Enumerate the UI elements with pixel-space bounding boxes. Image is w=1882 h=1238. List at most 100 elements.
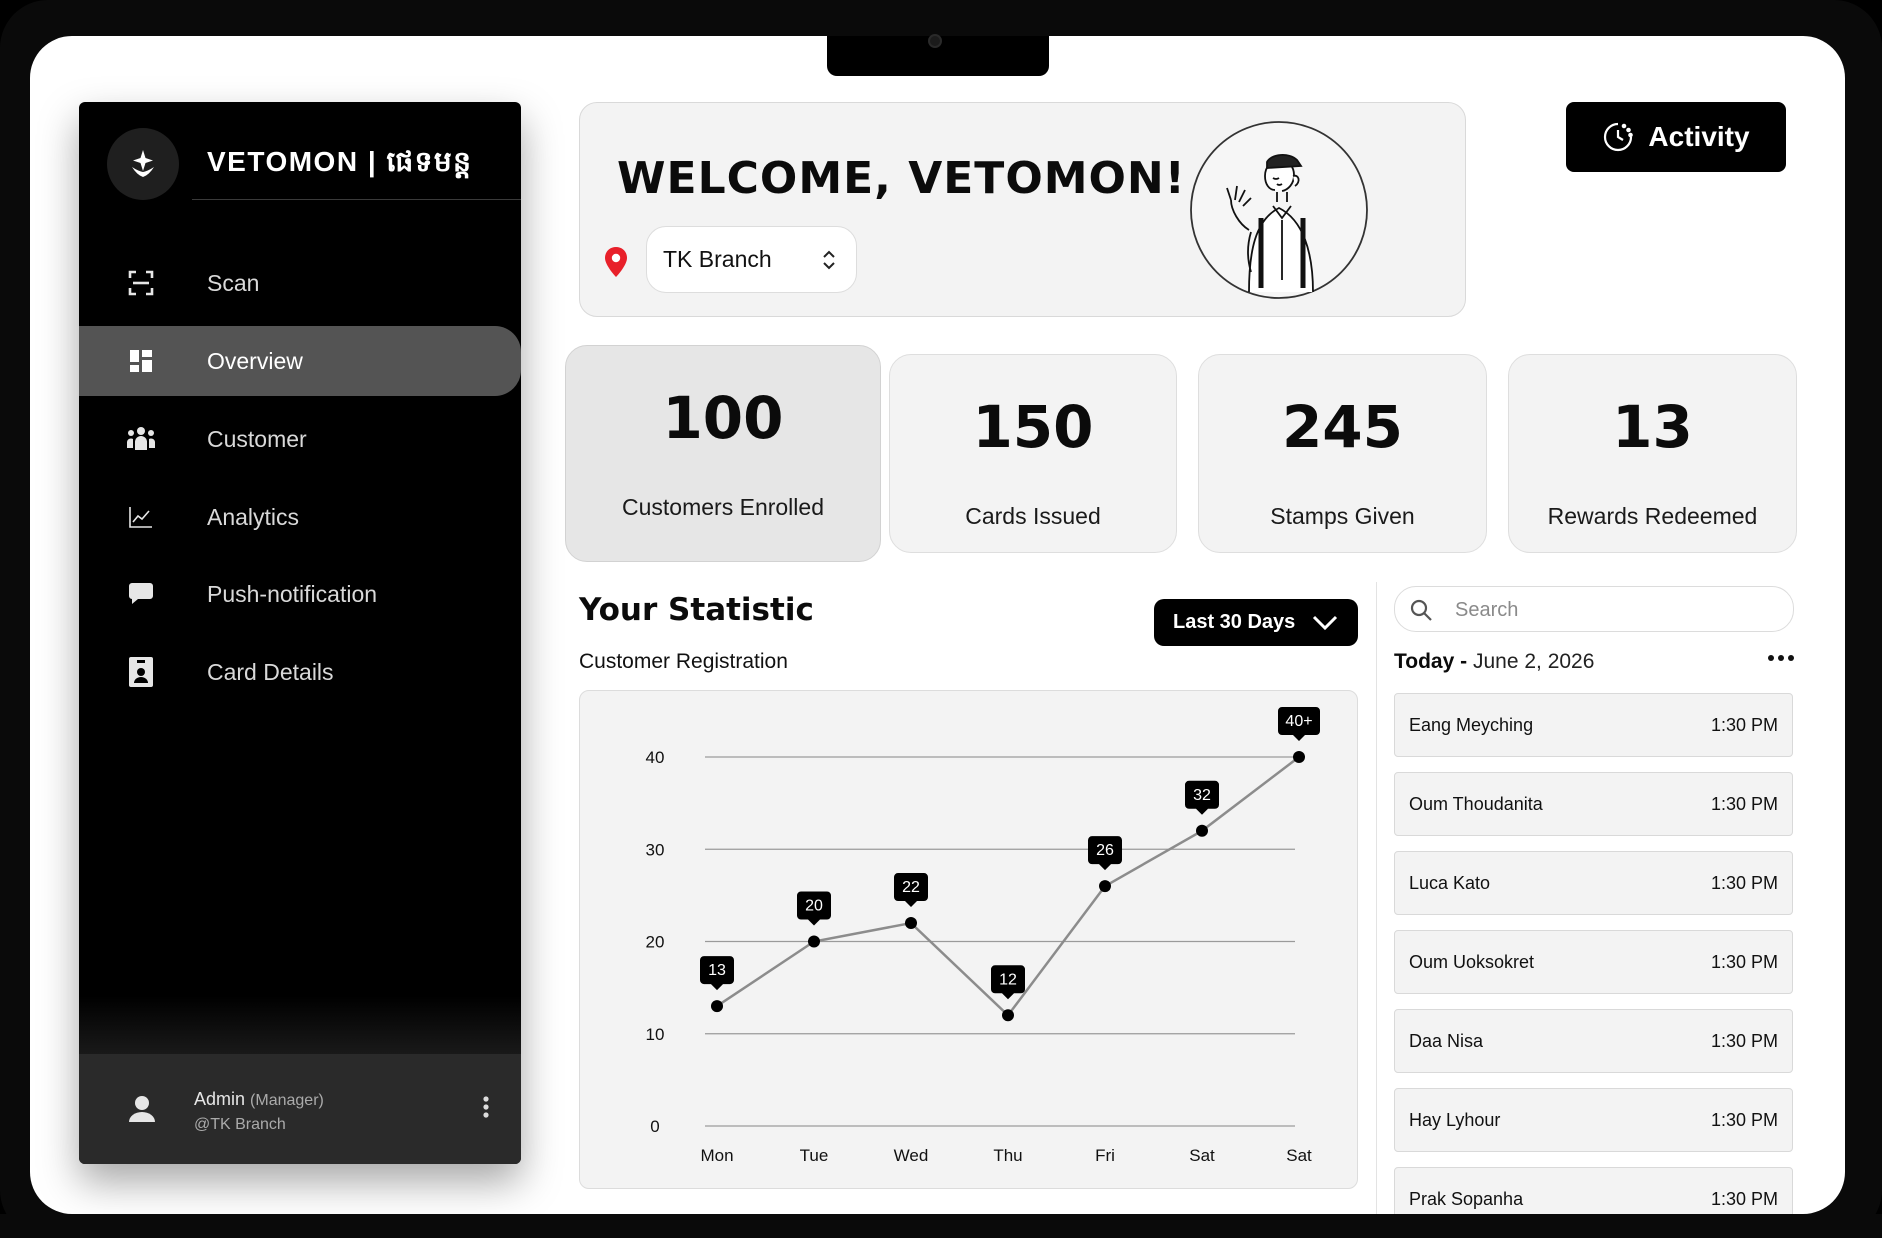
line-chart: 40 30 20 10 0 Mon Tue Wed Thu Fri Sat Sat 13 20 22 12 26… bbox=[646, 707, 1320, 1165]
activity-date: June 2, 2026 bbox=[1472, 650, 1595, 673]
x-tick-label: Wed bbox=[894, 1146, 929, 1165]
stat-card-cards-issued[interactable]: 150 Cards Issued bbox=[889, 354, 1177, 553]
brand-divider bbox=[192, 199, 521, 200]
chevron-up-down-icon bbox=[820, 247, 838, 273]
more-horizontal-icon[interactable] bbox=[1766, 646, 1796, 670]
entry-time: 1:30 PM bbox=[1710, 873, 1778, 893]
date-range-value: Last 30 Days bbox=[1173, 611, 1296, 633]
branch-select-value: TK Branch bbox=[663, 246, 772, 272]
chevron-down-icon bbox=[1312, 615, 1338, 631]
device-bottom-edge bbox=[0, 1214, 1882, 1238]
stat-value: 13 bbox=[1612, 393, 1693, 461]
sidebar-item-label: Analytics bbox=[207, 503, 300, 530]
sidebar-item-overview[interactable]: Overview bbox=[79, 326, 521, 396]
analytics-icon bbox=[126, 502, 156, 532]
entry-name: Prak Sopanha bbox=[1409, 1189, 1524, 1209]
branch-select[interactable]: TK Branch bbox=[646, 226, 857, 293]
data-label: 40+ bbox=[1285, 713, 1312, 730]
search-icon bbox=[1410, 599, 1432, 621]
activity-button-label: Activity bbox=[1648, 121, 1750, 152]
entry-name: Eang Meyching bbox=[1409, 715, 1534, 735]
data-point bbox=[905, 917, 917, 930]
sidebar-item-push-notification[interactable]: Push-notification bbox=[79, 559, 521, 629]
statistic-subtitle: Customer Registration bbox=[579, 650, 788, 673]
list-item[interactable]: Oum Uoksokret 1:30 PM bbox=[1394, 930, 1793, 994]
stat-card-customers-enrolled[interactable]: 100 Customers Enrolled bbox=[565, 345, 881, 562]
activity-clock-icon bbox=[1604, 122, 1634, 152]
date-range-dropdown[interactable]: Last 30 Days bbox=[1154, 599, 1358, 646]
entry-time: 1:30 PM bbox=[1710, 1189, 1778, 1209]
data-label: 26 bbox=[1096, 842, 1114, 859]
welcome-card: WELCOME, VETOMON! TK Branch bbox=[579, 102, 1466, 317]
waving-person-illustration bbox=[1189, 120, 1369, 300]
list-item[interactable]: Luca Kato 1:30 PM bbox=[1394, 851, 1793, 915]
search-input[interactable] bbox=[1455, 594, 1775, 626]
entry-time: 1:30 PM bbox=[1710, 715, 1778, 735]
chat-icon bbox=[126, 579, 156, 609]
stat-value: 150 bbox=[972, 393, 1094, 461]
sidebar: VETOMON | ផេទមន្ត Scan Overview Customer bbox=[79, 102, 521, 1164]
data-label: 13 bbox=[708, 962, 726, 979]
sidebar-item-scan[interactable]: Scan bbox=[79, 248, 521, 318]
list-item[interactable]: Oum Thoudanita 1:30 PM bbox=[1394, 772, 1793, 836]
welcome-title: WELCOME, VETOMON! bbox=[617, 153, 1186, 204]
entry-time: 1:30 PM bbox=[1710, 952, 1778, 972]
more-vertical-icon[interactable] bbox=[476, 1092, 496, 1122]
activity-date-heading: Today - June 2, 2026 bbox=[1394, 650, 1594, 674]
data-point bbox=[808, 935, 820, 948]
list-item[interactable]: Eang Meyching 1:30 PM bbox=[1394, 693, 1793, 757]
data-label: 20 bbox=[805, 898, 823, 915]
x-tick-label: Thu bbox=[993, 1146, 1022, 1165]
sidebar-item-label: Card Details bbox=[207, 658, 334, 685]
stat-label: Customers Enrolled bbox=[622, 494, 824, 520]
list-item[interactable]: Hay Lyhour 1:30 PM bbox=[1394, 1088, 1793, 1152]
stat-label: Cards Issued bbox=[965, 503, 1101, 529]
sidebar-item-analytics[interactable]: Analytics bbox=[79, 482, 521, 552]
entry-time: 1:30 PM bbox=[1710, 1110, 1778, 1130]
entry-name: Oum Thoudanita bbox=[1409, 794, 1543, 814]
activity-button[interactable]: Activity bbox=[1566, 102, 1786, 172]
data-label: 12 bbox=[999, 971, 1017, 988]
scan-icon bbox=[126, 268, 156, 298]
stat-label: Stamps Given bbox=[1270, 503, 1415, 529]
camera-icon bbox=[928, 34, 942, 48]
stat-card-stamps-given[interactable]: 245 Stamps Given bbox=[1198, 354, 1487, 553]
entry-name: Luca Kato bbox=[1409, 873, 1491, 893]
stat-value: 100 bbox=[662, 384, 784, 452]
y-tick-label: 30 bbox=[646, 840, 665, 859]
today-label: Today - bbox=[1394, 650, 1468, 673]
dashboard-icon bbox=[126, 346, 156, 376]
data-label: 22 bbox=[902, 879, 920, 896]
sidebar-item-label: Customer bbox=[207, 425, 307, 452]
sidebar-item-label: Scan bbox=[207, 269, 260, 296]
panel-divider bbox=[1376, 582, 1377, 1222]
sidebar-item-label: Push-notification bbox=[207, 580, 378, 607]
user-profile[interactable]: Admin (Manager) @TK Branch bbox=[79, 1054, 521, 1164]
x-tick-label: Fri bbox=[1095, 1146, 1115, 1165]
y-tick-label: 20 bbox=[646, 933, 665, 952]
data-point bbox=[1002, 1009, 1014, 1022]
brand-logo-icon bbox=[107, 128, 179, 200]
entry-time: 1:30 PM bbox=[1710, 1031, 1778, 1051]
sidebar-item-card-details[interactable]: Card Details bbox=[79, 637, 521, 707]
list-item[interactable]: Daa Nisa 1:30 PM bbox=[1394, 1009, 1793, 1073]
sidebar-item-customer[interactable]: Customer bbox=[79, 404, 521, 474]
stat-value: 245 bbox=[1281, 393, 1404, 461]
registration-chart: 40 30 20 10 0 Mon Tue Wed Thu Fri Sat Sat 13 20 22 12 26… bbox=[579, 690, 1358, 1189]
x-tick-label: Tue bbox=[800, 1146, 829, 1165]
location-pin-icon bbox=[602, 246, 630, 278]
data-point bbox=[1099, 880, 1111, 893]
data-point bbox=[711, 1000, 723, 1013]
brand: VETOMON | ផេទមន្ត bbox=[107, 128, 472, 200]
y-tick-label: 0 bbox=[650, 1117, 659, 1136]
entry-time: 1:30 PM bbox=[1710, 794, 1778, 814]
sidebar-item-label: Overview bbox=[207, 347, 303, 374]
y-tick-label: 10 bbox=[646, 1025, 665, 1044]
user-avatar-icon bbox=[127, 1094, 157, 1124]
search-box[interactable] bbox=[1394, 586, 1794, 632]
stat-label: Rewards Redeemed bbox=[1547, 503, 1758, 529]
stat-card-rewards-redeemed[interactable]: 13 Rewards Redeemed bbox=[1508, 354, 1797, 553]
user-name: Admin (Manager) bbox=[194, 1089, 324, 1110]
data-point bbox=[1293, 751, 1305, 763]
x-tick-label: Sat bbox=[1189, 1146, 1215, 1165]
